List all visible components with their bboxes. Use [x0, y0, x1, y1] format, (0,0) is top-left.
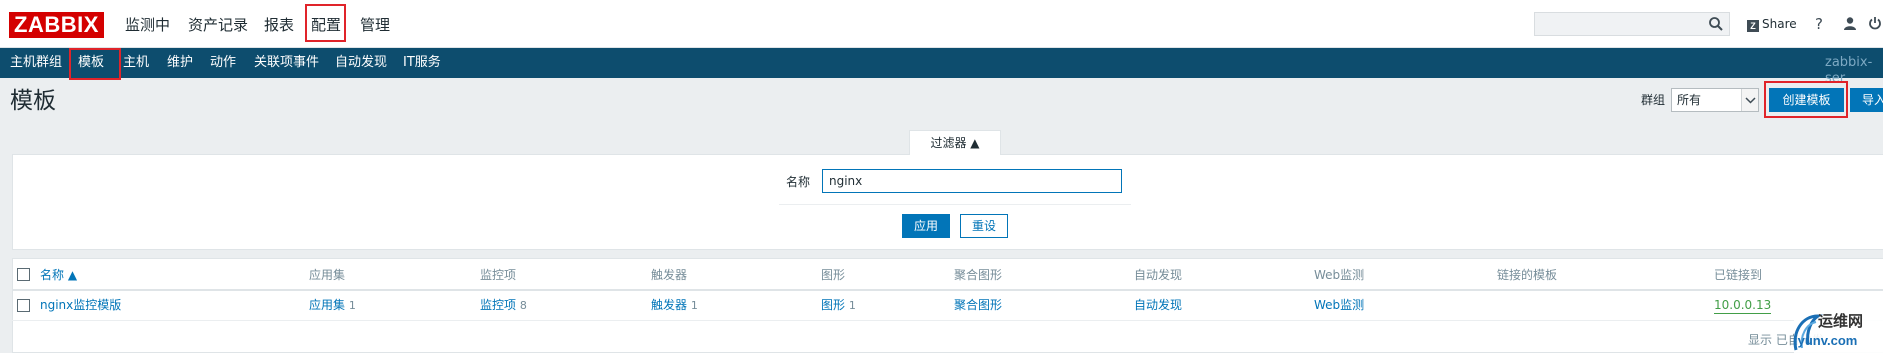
column-header-web: Web监测	[1314, 268, 1365, 282]
nav-configuration[interactable]: 配置	[311, 14, 341, 36]
zabbix-logo[interactable]: ZABBIX	[9, 12, 104, 38]
watermark-url: iyunv.com	[1794, 333, 1858, 348]
sub-nav: 主机群组 模板 主机 维护 动作 关联项事件 自动发现 IT服务 zabbix-…	[0, 48, 1883, 86]
name-filter-label: 名称	[786, 175, 811, 189]
column-header-linked-templates: 链接的模板	[1497, 268, 1558, 282]
triggers-count: 1	[690, 299, 698, 312]
graphs-link[interactable]: 图形	[821, 298, 845, 312]
graphs-cell: 图形 1	[821, 297, 856, 314]
subnav-correlation[interactable]: 关联项事件	[254, 55, 319, 71]
discovery-link[interactable]: 自动发现	[1134, 297, 1182, 313]
applications-count: 1	[348, 299, 356, 312]
triggers-link[interactable]: 触发器	[651, 298, 687, 312]
filter-tab[interactable]: 过滤器 ▲	[909, 130, 1001, 155]
group-select[interactable]: 所有	[1671, 88, 1759, 112]
web-link[interactable]: Web监测	[1314, 297, 1364, 313]
name-filter-input[interactable]	[822, 169, 1122, 193]
subnav-host-groups[interactable]: 主机群组	[10, 55, 62, 71]
column-header-screens: 聚合图形	[954, 268, 1003, 282]
column-header-applications: 应用集	[309, 268, 346, 282]
help-icon[interactable]: ?	[1815, 15, 1823, 33]
chevron-down-icon	[1741, 89, 1758, 111]
share-button[interactable]: Z Share	[1747, 16, 1797, 32]
search-input[interactable]	[1534, 12, 1730, 36]
share-label: Share	[1762, 17, 1797, 31]
linked-host-link[interactable]: 10.0.0.13	[1714, 297, 1772, 314]
applications-link[interactable]: 应用集	[309, 298, 345, 312]
template-name-link[interactable]: nginx监控模版	[40, 297, 121, 313]
column-header-discovery: 自动发现	[1134, 268, 1183, 282]
header-divider	[12, 289, 1883, 291]
nav-inventory[interactable]: 资产记录	[188, 14, 248, 36]
server-name: zabbix-ser	[1825, 55, 1873, 86]
page-title: 模板	[10, 88, 56, 114]
subnav-it-services[interactable]: IT服务	[403, 55, 441, 71]
row-divider	[12, 320, 1883, 321]
column-header-name[interactable]: 名称 ▲	[40, 267, 77, 283]
row-checkbox[interactable]	[17, 299, 30, 312]
templates-table	[12, 258, 1883, 353]
reset-button[interactable]: 重设	[960, 214, 1008, 238]
filter-divider	[779, 204, 1131, 205]
search-icon[interactable]	[1708, 16, 1724, 32]
subnav-hosts[interactable]: 主机	[123, 55, 149, 71]
create-template-button[interactable]: 创建模板	[1769, 88, 1844, 112]
select-all-checkbox[interactable]	[17, 268, 30, 281]
items-count: 8	[519, 299, 527, 312]
applications-cell: 应用集 1	[309, 297, 356, 314]
top-bar: ZABBIX 监测中 资产记录 报表 配置 管理 Z Share ?	[0, 0, 1883, 48]
items-cell: 监控项 8	[480, 297, 527, 314]
subnav-discovery[interactable]: 自动发现	[335, 55, 387, 71]
group-label: 群组	[1641, 93, 1666, 107]
nav-administration[interactable]: 管理	[360, 14, 390, 36]
column-header-items: 监控项	[480, 268, 517, 282]
items-link[interactable]: 监控项	[480, 298, 516, 312]
column-header-linked-to: 已链接到	[1714, 268, 1763, 282]
subnav-templates[interactable]: 模板	[78, 55, 104, 71]
watermark-text: 运维网	[1818, 312, 1864, 330]
user-icon[interactable]	[1843, 16, 1857, 30]
column-header-triggers: 触发器	[651, 268, 688, 282]
graphs-count: 1	[848, 299, 856, 312]
nav-monitoring[interactable]: 监测中	[125, 14, 170, 36]
subnav-actions[interactable]: 动作	[210, 55, 236, 71]
triggers-cell: 触发器 1	[651, 297, 698, 314]
screens-link[interactable]: 聚合图形	[954, 297, 1002, 313]
nav-reports[interactable]: 报表	[264, 14, 294, 36]
subnav-maintenance[interactable]: 维护	[167, 55, 193, 71]
power-icon[interactable]	[1868, 16, 1882, 30]
group-select-value: 所有	[1677, 93, 1702, 107]
share-logo-icon: Z	[1747, 20, 1759, 32]
apply-button[interactable]: 应用	[902, 214, 950, 238]
column-header-graphs: 图形	[821, 268, 846, 282]
import-button[interactable]: 导入	[1850, 88, 1883, 112]
